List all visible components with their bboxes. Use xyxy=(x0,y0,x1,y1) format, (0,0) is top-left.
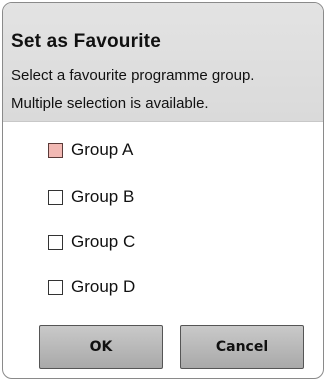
dialog-description-line-1: Select a favourite programme group. xyxy=(11,67,255,84)
dialog-header: Set as Favourite Select a favourite prog… xyxy=(3,3,323,122)
dialog-description-line-2: Multiple selection is available. xyxy=(11,95,209,112)
checkbox-group-a[interactable] xyxy=(48,142,63,158)
favourite-dialog: Set as Favourite Select a favourite prog… xyxy=(2,2,324,379)
option-group-a[interactable]: Group A xyxy=(48,139,133,161)
checkbox-group-c[interactable] xyxy=(48,234,63,250)
option-group-c[interactable]: Group C xyxy=(48,231,135,253)
option-label-group-b: Group B xyxy=(71,187,135,206)
option-group-b[interactable]: Group B xyxy=(48,186,134,208)
option-label-group-d: Group D xyxy=(71,277,136,296)
checkbox-group-d[interactable] xyxy=(48,279,63,295)
option-label-group-a: Group A xyxy=(71,140,134,159)
dialog-title: Set as Favourite xyxy=(11,31,161,52)
option-label-group-c: Group C xyxy=(71,232,136,251)
ok-button[interactable]: OK xyxy=(39,325,163,369)
option-group-d[interactable]: Group D xyxy=(48,276,135,298)
checkbox-group-b[interactable] xyxy=(48,189,63,205)
cancel-button[interactable]: Cancel xyxy=(180,325,304,369)
